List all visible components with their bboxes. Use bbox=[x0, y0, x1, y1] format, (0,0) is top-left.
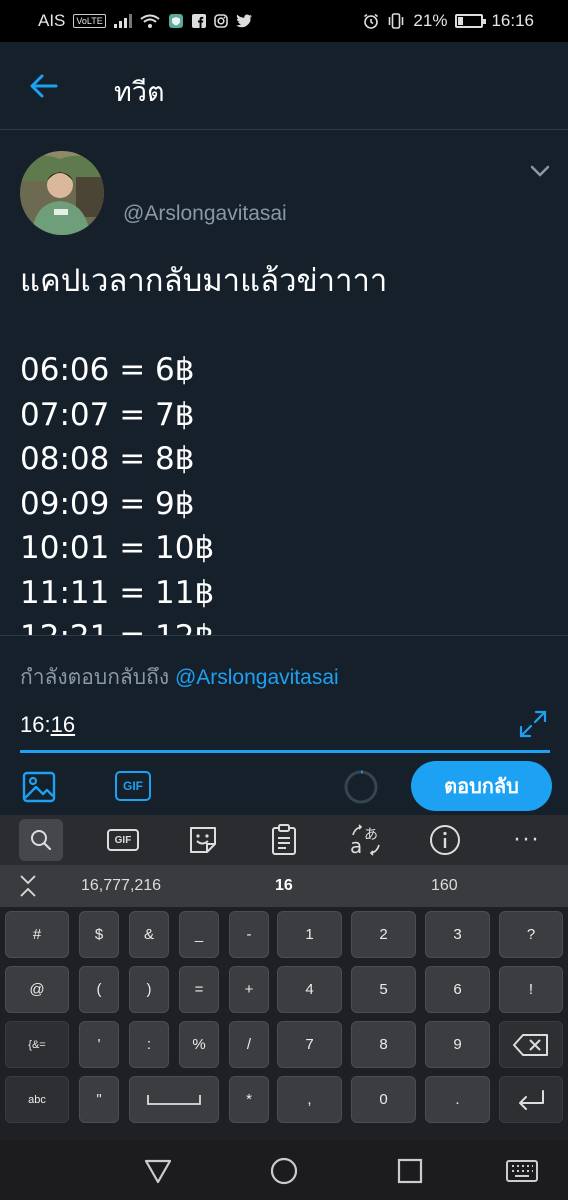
key[interactable]: _ bbox=[179, 911, 219, 958]
replying-to-label: กำลังตอบกลับถึง @Arslongavitasai bbox=[20, 661, 339, 694]
more-symbols-key[interactable]: {&= bbox=[5, 1021, 69, 1068]
key[interactable]: 0 bbox=[351, 1076, 416, 1123]
key[interactable]: : bbox=[129, 1021, 169, 1068]
key[interactable]: ? bbox=[499, 911, 563, 958]
enter-icon bbox=[519, 1089, 544, 1110]
key[interactable]: & bbox=[129, 911, 169, 958]
reply-input-composing: 16 bbox=[50, 712, 76, 737]
sticker-icon[interactable] bbox=[181, 819, 225, 861]
replying-prefix: กำลังตอบกลับถึง bbox=[20, 666, 175, 689]
key[interactable]: 9 bbox=[425, 1021, 490, 1068]
key[interactable]: " bbox=[79, 1076, 119, 1123]
key[interactable]: ( bbox=[79, 966, 119, 1013]
character-counter-ring bbox=[343, 769, 379, 805]
key[interactable]: = bbox=[179, 966, 219, 1013]
abc-key[interactable]: abc bbox=[5, 1076, 69, 1123]
backspace-icon bbox=[513, 1033, 548, 1056]
key[interactable]: $ bbox=[79, 911, 119, 958]
input-underline bbox=[20, 750, 550, 753]
enter-key[interactable] bbox=[499, 1076, 563, 1123]
facebook-icon bbox=[191, 14, 206, 28]
page-title: ทวีต bbox=[114, 77, 165, 108]
twitter-bird-icon bbox=[235, 14, 252, 28]
system-nav-bar bbox=[0, 1140, 568, 1200]
chevron-down-icon[interactable] bbox=[530, 163, 550, 177]
space-bar-icon bbox=[147, 1094, 201, 1105]
key[interactable]: ' bbox=[79, 1021, 119, 1068]
key[interactable]: . bbox=[425, 1076, 490, 1123]
wifi-icon bbox=[140, 14, 160, 28]
gif-button[interactable]: GIF bbox=[115, 771, 151, 801]
more-options-icon[interactable]: ··· bbox=[505, 819, 549, 861]
space-key[interactable] bbox=[129, 1076, 219, 1123]
collapse-icon[interactable] bbox=[18, 873, 38, 899]
keyboard-gif-label: GIF bbox=[107, 829, 139, 851]
suggestion-bar: 16,777,216 16 160 bbox=[0, 865, 568, 907]
back-arrow-icon[interactable] bbox=[26, 68, 62, 104]
key[interactable]: 6 bbox=[425, 966, 490, 1013]
image-icon[interactable] bbox=[22, 770, 56, 804]
key[interactable]: 1 bbox=[277, 911, 342, 958]
alarm-icon bbox=[363, 13, 379, 29]
tweet-handle[interactable]: @Arslongavitasai bbox=[123, 202, 287, 226]
avatar[interactable] bbox=[20, 151, 104, 235]
key[interactable]: - bbox=[229, 911, 269, 958]
key[interactable]: 3 bbox=[425, 911, 490, 958]
key[interactable]: # bbox=[5, 911, 69, 958]
replying-mention[interactable]: @Arslongavitasai bbox=[175, 666, 339, 689]
clock: 16:16 bbox=[491, 11, 534, 30]
info-icon[interactable] bbox=[423, 819, 467, 861]
key[interactable]: * bbox=[229, 1076, 269, 1123]
keyboard-icon[interactable] bbox=[505, 1156, 539, 1186]
key[interactable]: , bbox=[277, 1076, 342, 1123]
suggestion-item[interactable]: 160 bbox=[431, 877, 458, 895]
reply-composer: กำลังตอบกลับถึง @Arslongavitasai 16:16 G… bbox=[0, 635, 568, 815]
instagram-icon bbox=[213, 14, 228, 28]
expand-icon[interactable] bbox=[518, 709, 548, 739]
translate-icon[interactable]: aあ bbox=[344, 819, 388, 861]
signal-icon bbox=[113, 14, 132, 28]
reply-button[interactable]: ตอบกลับ bbox=[411, 761, 552, 811]
vibrate-icon bbox=[387, 13, 405, 29]
tweet-card: @Arslongavitasai แคปเวลากลับมาแล้วข่าาาา… bbox=[0, 131, 568, 635]
recents-square-icon[interactable] bbox=[395, 1156, 425, 1186]
key[interactable]: 4 bbox=[277, 966, 342, 1013]
keyboard-toolbar: GIF aあ ··· bbox=[0, 815, 568, 865]
battery-icon bbox=[455, 14, 487, 28]
key[interactable]: ) bbox=[129, 966, 169, 1013]
shield-app-icon bbox=[168, 13, 184, 29]
key[interactable]: 2 bbox=[351, 911, 416, 958]
app-header: ทวีต bbox=[0, 42, 568, 130]
key[interactable]: + bbox=[229, 966, 269, 1013]
suggestion-item[interactable]: 16,777,216 bbox=[81, 877, 161, 895]
reply-input-text: 16: bbox=[20, 712, 51, 737]
clipboard-icon[interactable] bbox=[262, 819, 306, 861]
key[interactable]: @ bbox=[5, 966, 69, 1013]
volte-badge: VoLTE bbox=[73, 14, 106, 28]
back-triangle-icon[interactable] bbox=[143, 1156, 173, 1186]
svg-text:あ: あ bbox=[364, 827, 378, 843]
reply-input[interactable]: 16:16 bbox=[20, 712, 75, 738]
carrier-label: AIS bbox=[38, 11, 66, 30]
suggestion-item[interactable]: 16 bbox=[275, 877, 293, 895]
key[interactable]: ! bbox=[499, 966, 563, 1013]
search-icon[interactable] bbox=[19, 819, 63, 861]
svg-text:a: a bbox=[350, 834, 362, 857]
keyboard-gif-button[interactable]: GIF bbox=[101, 819, 145, 861]
key[interactable]: / bbox=[229, 1021, 269, 1068]
key[interactable]: 5 bbox=[351, 966, 416, 1013]
key[interactable]: 8 bbox=[351, 1021, 416, 1068]
backspace-key[interactable] bbox=[499, 1021, 563, 1068]
battery-percent: 21% bbox=[413, 11, 448, 30]
symbol-keyboard: # $ & _ - 1 2 3 ? @ ( ) = + 4 5 6 ! {&= … bbox=[0, 907, 568, 1140]
tweet-text: แคปเวลากลับมาแล้วข่าาาา 06:06 = 6฿ 07:07… bbox=[20, 263, 388, 635]
status-bar: AIS VoLTE 21% 16:16 bbox=[0, 0, 568, 42]
home-circle-icon[interactable] bbox=[269, 1156, 299, 1186]
key[interactable]: % bbox=[179, 1021, 219, 1068]
key[interactable]: 7 bbox=[277, 1021, 342, 1068]
